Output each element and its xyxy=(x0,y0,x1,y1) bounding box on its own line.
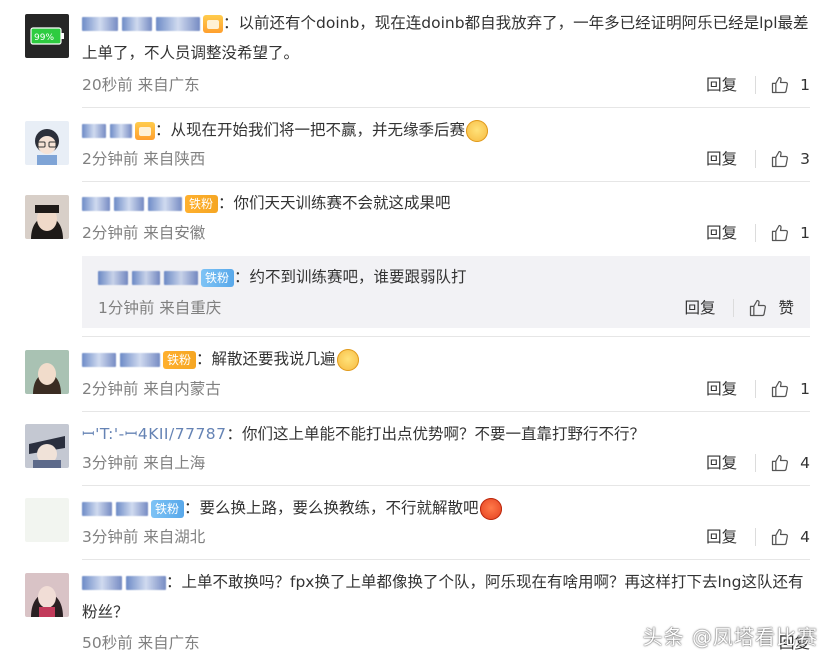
like-button[interactable]: 1 xyxy=(770,75,810,95)
reply-button[interactable]: 回复 xyxy=(684,298,715,318)
sub-reply-text: ：约不到训练赛吧，谁要跟弱队打 xyxy=(234,268,467,286)
comment-body: ：以前还有个doinb，现在连doinb都自我放弃了，一年多已经证明阿乐已经是l… xyxy=(82,8,810,68)
comment-list: 99% ：以前还有个doinb，现在连doinb都自我放弃了，一年多已经证明阿乐… xyxy=(0,0,836,666)
divider xyxy=(755,528,757,546)
comment-text: ：你们天天训练赛不会就这成果吧 xyxy=(218,194,451,212)
like-button[interactable]: 3 xyxy=(770,149,810,169)
comment-actions: 回复 1 xyxy=(706,75,810,95)
username[interactable] xyxy=(82,15,200,33)
avatar[interactable] xyxy=(25,498,69,542)
like-count: 4 xyxy=(800,454,810,472)
comment-text: ：你们这上单能不能打出点优势啊？不要一直靠打野行不行？ xyxy=(226,425,646,443)
comment-body: ꟷ'T:'-ꟷ4KII/77787：你们这上单能不能打出点优势啊？不要一直靠打野… xyxy=(82,419,810,449)
sub-reply-body: 铁粉 ：约不到训练赛吧，谁要跟弱队打 xyxy=(98,264,467,290)
like-button[interactable]: 1 xyxy=(770,379,810,399)
comment-meta: 2分钟前 来自陕西 xyxy=(82,150,206,168)
divider xyxy=(82,336,810,337)
reply-button[interactable]: 回复 xyxy=(706,527,737,547)
fan-badge: 铁粉 xyxy=(185,194,219,213)
thumbs-up-icon xyxy=(772,528,789,546)
like-button[interactable]: 4 xyxy=(770,527,810,547)
comment-meta: 3分钟前 来自湖北 xyxy=(82,528,206,546)
divider xyxy=(755,380,757,398)
divider xyxy=(82,107,810,108)
crown-badge-icon xyxy=(203,14,223,33)
divider xyxy=(755,224,757,242)
battery-avatar-icon: 99% xyxy=(34,33,54,43)
username[interactable] xyxy=(82,195,182,213)
watermark: 头条 @凤塔看比赛 xyxy=(642,625,818,649)
avatar[interactable] xyxy=(25,195,69,239)
comment-text: ：要么换上路，要么换教练，不行就解散吧 xyxy=(184,499,479,517)
like-count: 4 xyxy=(800,528,810,546)
comment-body: 铁粉 ：要么换上路，要么换教练，不行就解散吧 xyxy=(82,493,810,523)
divider xyxy=(82,559,810,560)
angry-emoji-icon xyxy=(479,497,502,520)
comment-meta: 20秒前 来自广东 xyxy=(82,76,200,94)
avatar[interactable] xyxy=(25,121,69,165)
avatar[interactable] xyxy=(25,573,69,617)
comment-actions: 回复 1 xyxy=(706,379,810,399)
thumbs-up-icon xyxy=(772,380,789,398)
username[interactable] xyxy=(82,351,160,369)
like-count: 1 xyxy=(800,76,810,94)
like-count: 1 xyxy=(800,380,810,398)
comment-meta: 3分钟前 来自上海 xyxy=(82,454,206,472)
shocked-emoji-icon xyxy=(336,348,359,371)
username[interactable] xyxy=(82,122,132,140)
avatar[interactable]: 99% xyxy=(25,14,69,58)
comment-body: 铁粉 ：你们天天训练赛不会就这成果吧 xyxy=(82,188,810,218)
comment-meta: 2分钟前 来自内蒙古 xyxy=(82,380,221,398)
like-count: 1 xyxy=(800,224,810,242)
reply-button[interactable]: 回复 xyxy=(706,379,737,399)
fan-badge: 铁粉 xyxy=(201,268,235,287)
like-button[interactable]: 赞 xyxy=(748,298,794,318)
comment-text: ：上单不敢换吗？fpx换了上单都像换了个队，阿乐现在有啥用啊？再这样打下去lng… xyxy=(82,573,804,621)
username[interactable] xyxy=(82,500,148,518)
comment-body: 铁粉 ：解散还要我说几遍 xyxy=(82,344,810,374)
divider xyxy=(82,411,810,412)
reply-button[interactable]: 回复 xyxy=(706,453,737,473)
divider xyxy=(755,76,757,94)
username[interactable] xyxy=(82,574,166,592)
reply-button[interactable]: 回复 xyxy=(706,223,737,243)
like-count: 3 xyxy=(800,150,810,168)
reply-button[interactable]: 回复 xyxy=(706,149,737,169)
fan-badge: 铁粉 xyxy=(151,499,185,518)
divider xyxy=(755,454,757,472)
like-button[interactable]: 4 xyxy=(770,453,810,473)
comment-actions: 回复 4 xyxy=(706,527,810,547)
divider xyxy=(733,299,735,317)
like-label: 赞 xyxy=(778,299,794,317)
comment-actions: 回复 3 xyxy=(706,149,810,169)
username[interactable]: ꟷ'T:'-ꟷ4KII/77787 xyxy=(82,425,227,443)
thumbs-up-icon xyxy=(772,76,789,94)
thumbs-up-icon xyxy=(772,224,789,242)
avatar[interactable] xyxy=(25,424,69,468)
username[interactable] xyxy=(98,269,198,287)
divider xyxy=(755,150,757,168)
comment-meta: 50秒前 来自广东 xyxy=(82,634,200,652)
crying-emoji-icon xyxy=(466,119,489,142)
sub-reply-meta: 1分钟前 来自重庆 xyxy=(98,299,222,317)
comment-meta: 2分钟前 来自安徽 xyxy=(82,224,206,242)
thumbs-up-icon xyxy=(750,299,767,317)
reply-button[interactable]: 回复 xyxy=(706,75,737,95)
thumbs-up-icon xyxy=(772,454,789,472)
comment-body: ：从现在开始我们将一把不赢，并无缘季后赛 xyxy=(82,115,810,145)
divider xyxy=(82,181,810,182)
crown-badge-icon xyxy=(135,121,155,140)
fan-badge: 铁粉 xyxy=(163,350,197,369)
thumbs-up-icon xyxy=(772,150,789,168)
comment-text: ：从现在开始我们将一把不赢，并无缘季后赛 xyxy=(155,121,466,139)
comment-body: ：上单不敢换吗？fpx换了上单都像换了个队，阿乐现在有啥用啊？再这样打下去lng… xyxy=(82,567,810,627)
sub-reply-actions: 回复 赞 xyxy=(684,298,794,318)
like-button[interactable]: 1 xyxy=(770,223,810,243)
comment-actions: 回复 4 xyxy=(706,453,810,473)
comment-actions: 回复 1 xyxy=(706,223,810,243)
divider xyxy=(82,485,810,486)
sub-reply: 铁粉 ：约不到训练赛吧，谁要跟弱队打 1分钟前 来自重庆 回复 赞 xyxy=(82,256,810,328)
comment-text: ：解散还要我说几遍 xyxy=(196,350,336,368)
avatar[interactable] xyxy=(25,350,69,394)
